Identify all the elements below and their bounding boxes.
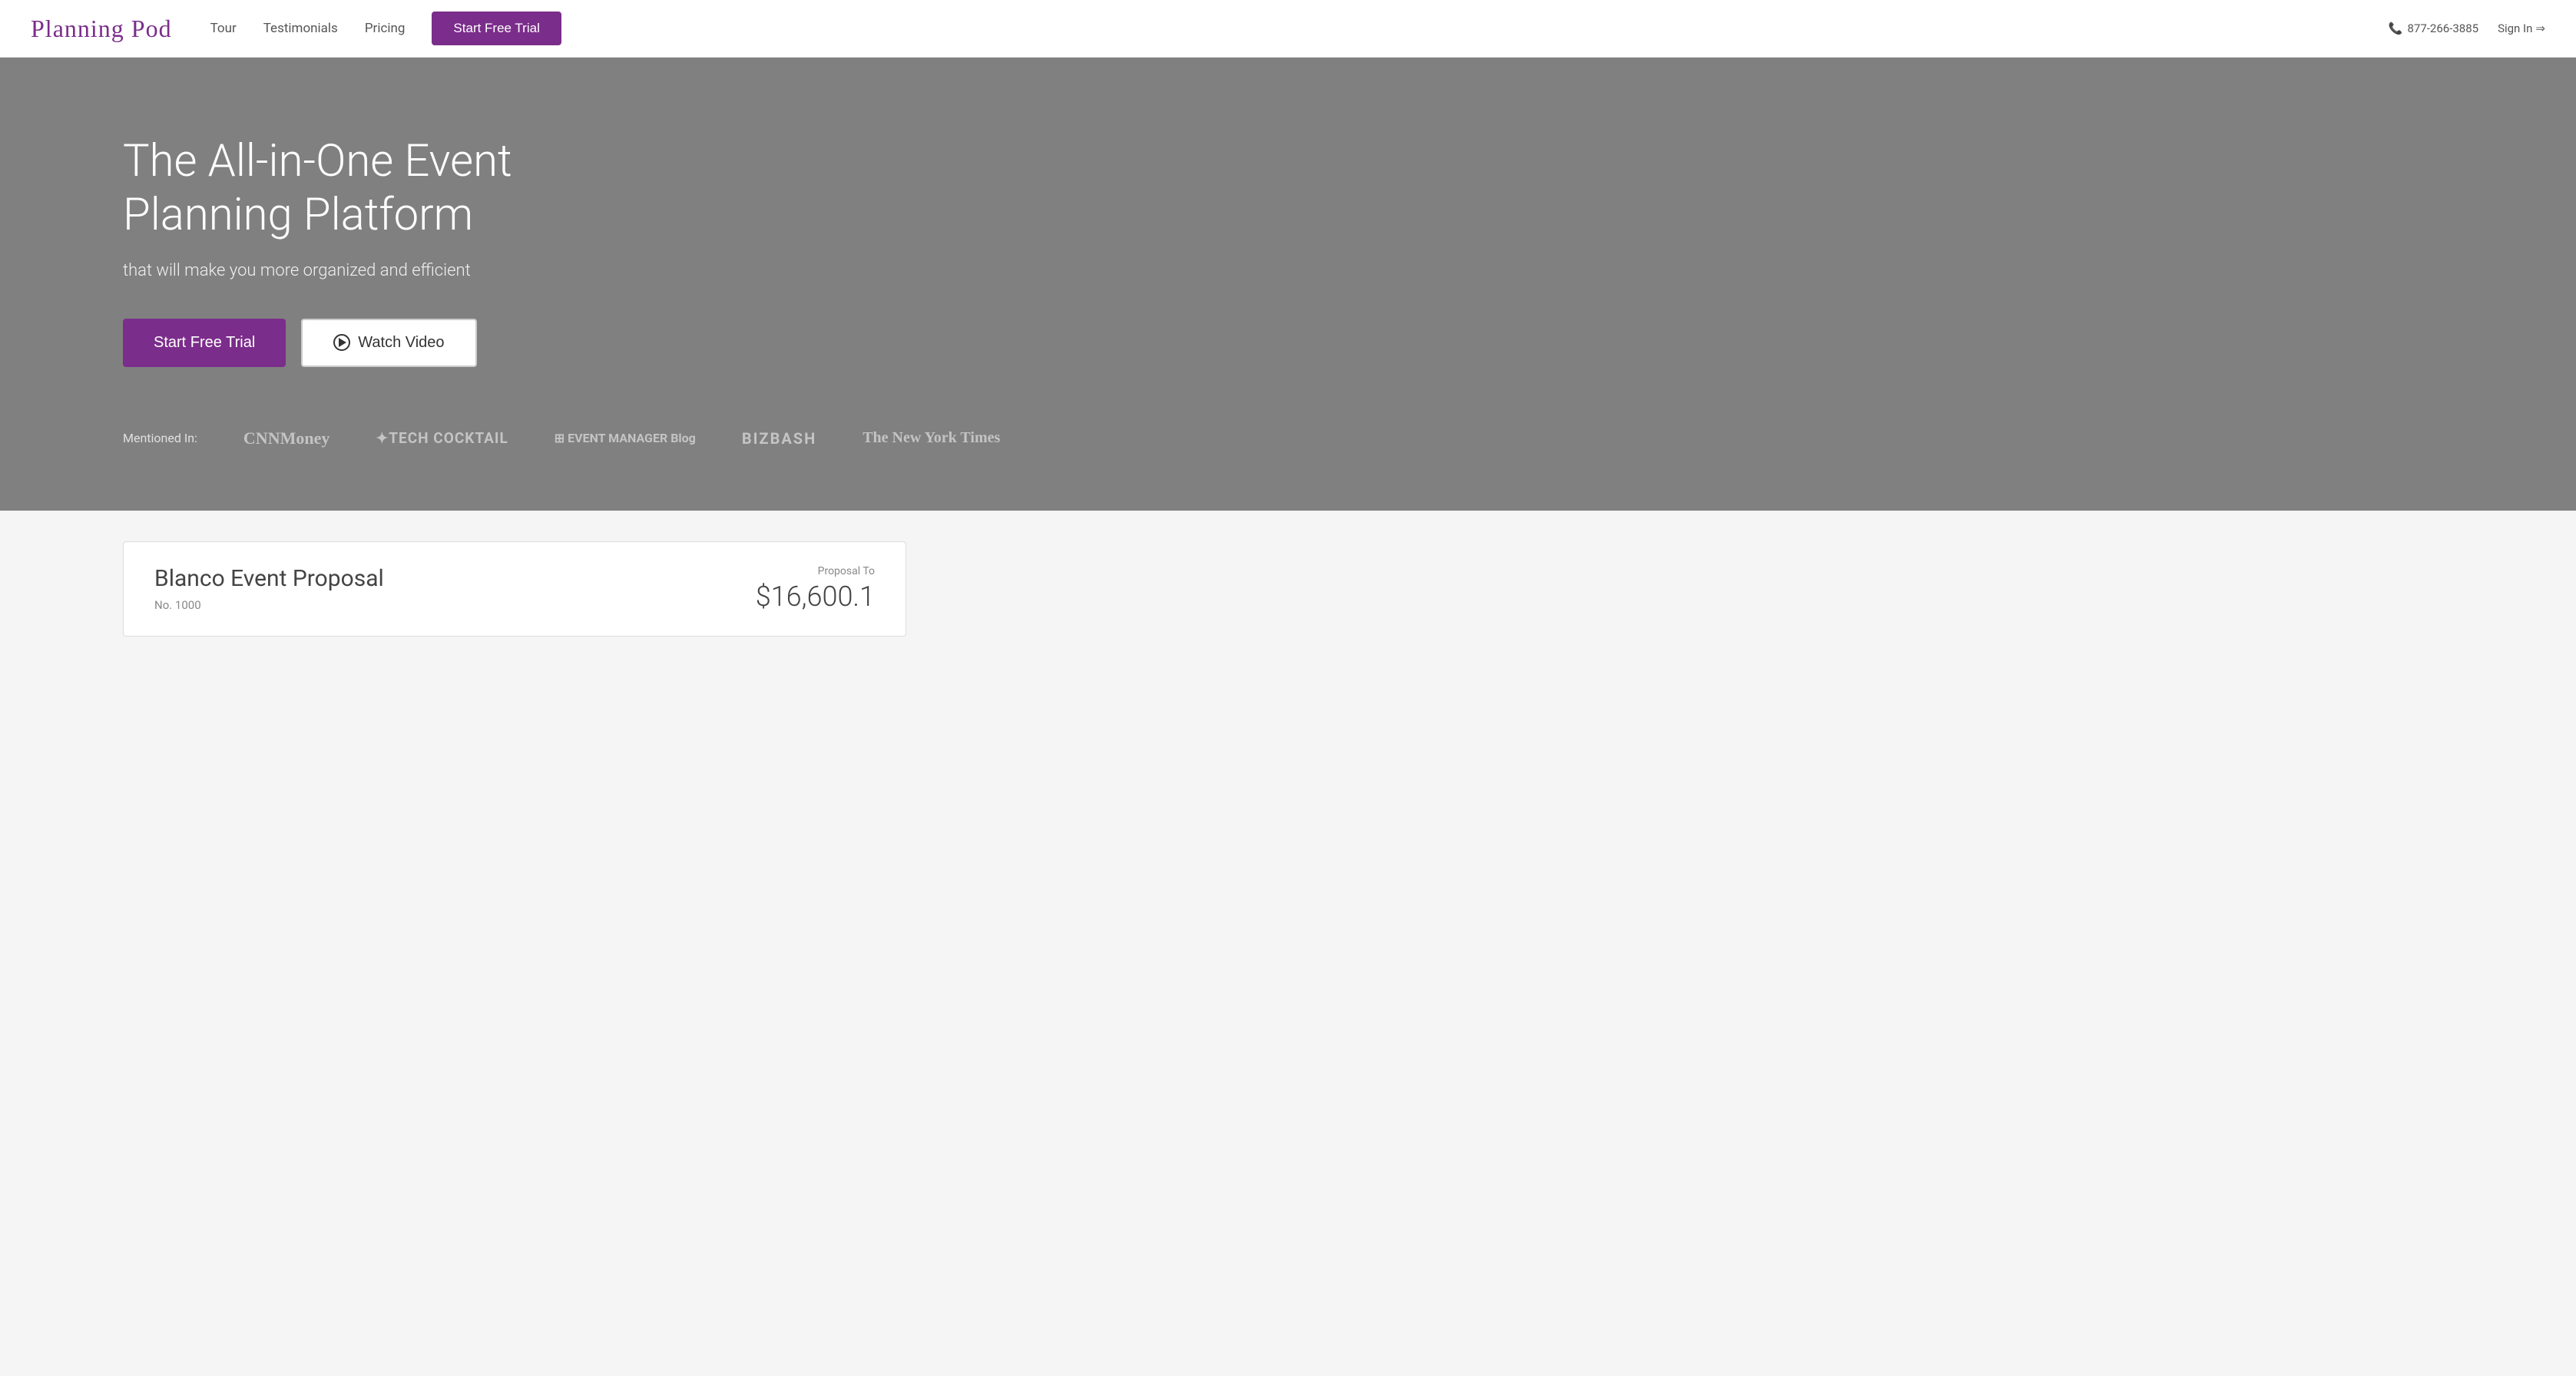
phone-number: 📞 877-266-3885 xyxy=(2389,22,2478,35)
phone-icon: 📞 xyxy=(2389,22,2403,35)
site-logo[interactable]: Planning Pod xyxy=(31,15,172,43)
lower-section: Blanco Event Proposal No. 1000 Proposal … xyxy=(0,511,2576,667)
proposal-amount-label: Proposal To xyxy=(756,565,875,577)
press-event-manager-blog: ⊞ EVENT MANAGER Blog xyxy=(555,431,696,445)
proposal-info: Blanco Event Proposal No. 1000 xyxy=(154,565,384,612)
navbar: Planning Pod Tour Testimonials Pricing S… xyxy=(0,0,2576,58)
press-new-york-times: The New York Times xyxy=(863,429,1000,447)
proposal-number: No. 1000 xyxy=(154,598,384,612)
mentioned-label: Mentioned In: xyxy=(123,431,197,445)
proposal-amount-block: Proposal To $16,600.1 xyxy=(756,565,875,613)
mentioned-in-bar: Mentioned In: CNNMoney ✦TECH COCKTAIL ⊞ … xyxy=(123,413,2576,464)
press-tech-cocktail: ✦TECH COCKTAIL xyxy=(376,429,508,447)
hero-title: The All-in-One Event Planning Platform xyxy=(123,135,661,242)
nav-pricing[interactable]: Pricing xyxy=(365,21,406,36)
proposal-card: Blanco Event Proposal No. 1000 Proposal … xyxy=(123,541,906,637)
hero-section: The All-in-One Event Planning Platform t… xyxy=(0,58,2576,511)
proposal-title: Blanco Event Proposal xyxy=(154,565,384,592)
nav-testimonials[interactable]: Testimonials xyxy=(263,21,338,36)
play-circle-icon xyxy=(333,334,350,351)
hero-start-trial-button[interactable]: Start Free Trial xyxy=(123,319,286,367)
signin-arrow-icon: ⇒ xyxy=(2535,22,2545,35)
hero-subtitle: that will make you more organized and ef… xyxy=(123,261,2576,280)
sign-in-link[interactable]: Sign In ⇒ xyxy=(2498,22,2545,35)
hero-buttons: Start Free Trial Watch Video xyxy=(123,319,2576,367)
nav-start-trial-button[interactable]: Start Free Trial xyxy=(432,12,561,45)
nav-links: Tour Testimonials Pricing Start Free Tri… xyxy=(210,12,2389,45)
hero-watch-video-button[interactable]: Watch Video xyxy=(301,319,476,367)
navbar-right: 📞 877-266-3885 Sign In ⇒ xyxy=(2389,22,2545,35)
press-bizbash: BIZBASH xyxy=(742,429,816,448)
nav-tour[interactable]: Tour xyxy=(210,21,237,36)
press-cnn: CNNMoney xyxy=(243,428,329,448)
play-triangle-icon xyxy=(339,338,346,347)
proposal-amount: $16,600.1 xyxy=(756,580,875,613)
